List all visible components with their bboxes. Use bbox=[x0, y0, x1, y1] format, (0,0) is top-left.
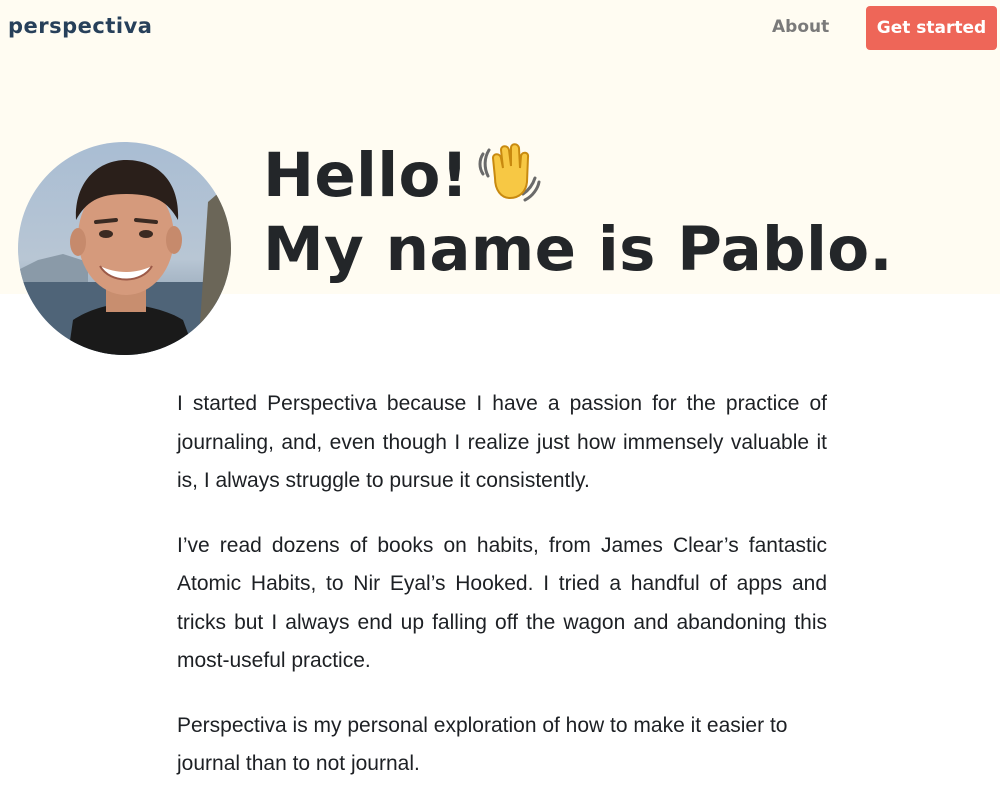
hero-greeting-text: Hello! bbox=[263, 140, 469, 211]
brand-logo[interactable]: perspectiva bbox=[8, 14, 152, 38]
hero-greeting-line: Hello! bbox=[263, 138, 983, 213]
get-started-button[interactable]: Get started bbox=[866, 6, 997, 50]
hero-heading: Hello! My name is Pablo. bbox=[263, 138, 983, 287]
paragraph-1: I started Perspectiva because I have a p… bbox=[177, 392, 827, 492]
hero-name-line: My name is Pablo. bbox=[263, 214, 893, 285]
about-content: I started Perspectiva because I have a p… bbox=[177, 385, 827, 799]
avatar-photo bbox=[18, 142, 231, 355]
paragraph-2: I’ve read dozens of books on habits, fro… bbox=[177, 533, 827, 673]
paragraph-3: Perspectiva is my personal exploration o… bbox=[177, 713, 788, 776]
waving-hand-icon bbox=[478, 143, 541, 202]
nav-about-link[interactable]: About bbox=[772, 17, 829, 37]
avatar bbox=[18, 142, 231, 355]
